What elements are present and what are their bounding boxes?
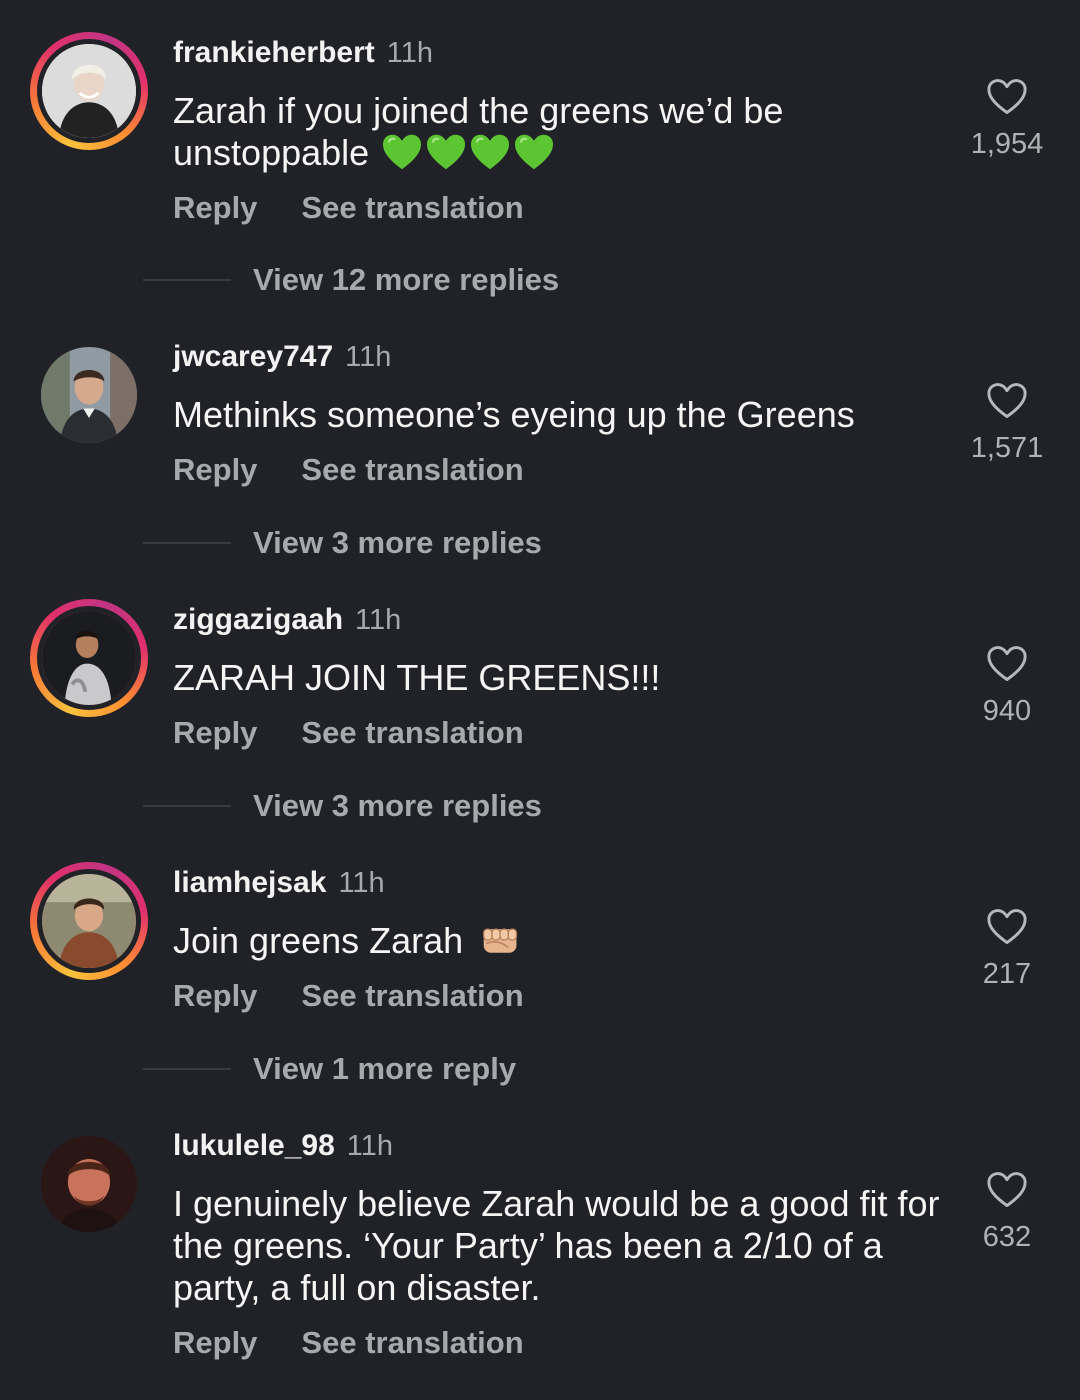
view-more-replies-button[interactable]: View 3 more replies <box>253 788 542 824</box>
like-control: 217 <box>960 908 1054 991</box>
timestamp: 11h <box>386 37 433 69</box>
reply-button[interactable]: Reply <box>173 978 257 1014</box>
see-translation-button[interactable]: See translation <box>301 978 523 1014</box>
timestamp: 11h <box>355 604 402 636</box>
avatar-image <box>42 874 136 968</box>
username[interactable]: liamhejsak <box>173 866 326 900</box>
like-count: 1,954 <box>970 128 1044 160</box>
reply-button[interactable]: Reply <box>173 715 257 751</box>
like-count: 632 <box>982 1221 1032 1253</box>
timestamp: 11h <box>345 341 392 373</box>
comment-text: I genuinely believe Zarah would be a goo… <box>173 1183 940 1308</box>
heart-icon[interactable] <box>986 1171 1028 1209</box>
username[interactable]: ziggazigaah <box>173 603 343 637</box>
view-more-replies-button[interactable]: View 1 more reply <box>253 1051 516 1087</box>
avatar-image <box>41 347 137 443</box>
comment-text: ZARAH JOIN THE GREENS!!! <box>173 657 661 698</box>
avatar-image <box>41 1136 137 1232</box>
like-control: 1,571 <box>960 382 1054 465</box>
heart-icon[interactable] <box>986 908 1028 946</box>
comment-text-content: Join greens Zarah <box>173 920 464 961</box>
view-more-replies-button[interactable]: View 12 more replies <box>253 262 559 298</box>
avatar-wrap[interactable] <box>30 1125 148 1243</box>
avatar <box>37 39 141 143</box>
avatar-story-ring[interactable] <box>30 862 148 980</box>
avatar-story-ring[interactable] <box>30 32 148 150</box>
see-translation-button[interactable]: See translation <box>301 452 523 488</box>
timestamp: 11h <box>346 1130 393 1162</box>
replies-divider <box>143 805 231 807</box>
like-count: 217 <box>982 958 1032 990</box>
comment-text: Zarah if you joined the greens we’d be u… <box>173 90 953 174</box>
replies-divider <box>143 542 231 544</box>
like-control: 632 <box>960 1171 1054 1254</box>
reply-button[interactable]: Reply <box>173 190 257 226</box>
avatar-image <box>42 44 136 138</box>
like-control: 1,954 <box>960 78 1054 161</box>
like-control: 940 <box>960 645 1054 728</box>
see-translation-button[interactable]: See translation <box>301 1325 523 1361</box>
comment-text: Join greens Zarah <box>173 920 953 962</box>
avatar-image <box>42 611 136 705</box>
avatar-story-ring[interactable] <box>30 599 148 717</box>
comment-text: Methinks someone’s eyeing up the Greens <box>173 394 855 435</box>
avatar-wrap[interactable] <box>30 336 148 454</box>
green-heart-icon <box>381 133 423 171</box>
heart-icon[interactable] <box>986 645 1028 683</box>
timestamp: 11h <box>338 867 385 899</box>
username[interactable]: lukulele_98 <box>173 1129 335 1163</box>
green-heart-icon <box>513 133 555 171</box>
green-heart-icon <box>425 133 467 171</box>
replies-divider <box>143 279 231 281</box>
reply-button[interactable]: Reply <box>173 452 257 488</box>
avatar <box>37 869 141 973</box>
avatar <box>41 347 137 443</box>
username[interactable]: frankieherbert <box>173 36 375 70</box>
like-count: 940 <box>982 695 1032 727</box>
username[interactable]: jwcarey747 <box>173 340 333 374</box>
reply-button[interactable]: Reply <box>173 1325 257 1361</box>
green-heart-icon <box>469 133 511 171</box>
view-more-replies-button[interactable]: View 3 more replies <box>253 525 542 561</box>
avatar <box>41 1136 137 1232</box>
avatar <box>37 606 141 710</box>
see-translation-button[interactable]: See translation <box>301 715 523 751</box>
replies-divider <box>143 1068 231 1070</box>
like-count: 1,571 <box>970 432 1044 464</box>
see-translation-button[interactable]: See translation <box>301 190 523 226</box>
heart-icon[interactable] <box>986 78 1028 116</box>
oncoming-fist-icon <box>483 928 518 953</box>
heart-icon[interactable] <box>986 382 1028 420</box>
